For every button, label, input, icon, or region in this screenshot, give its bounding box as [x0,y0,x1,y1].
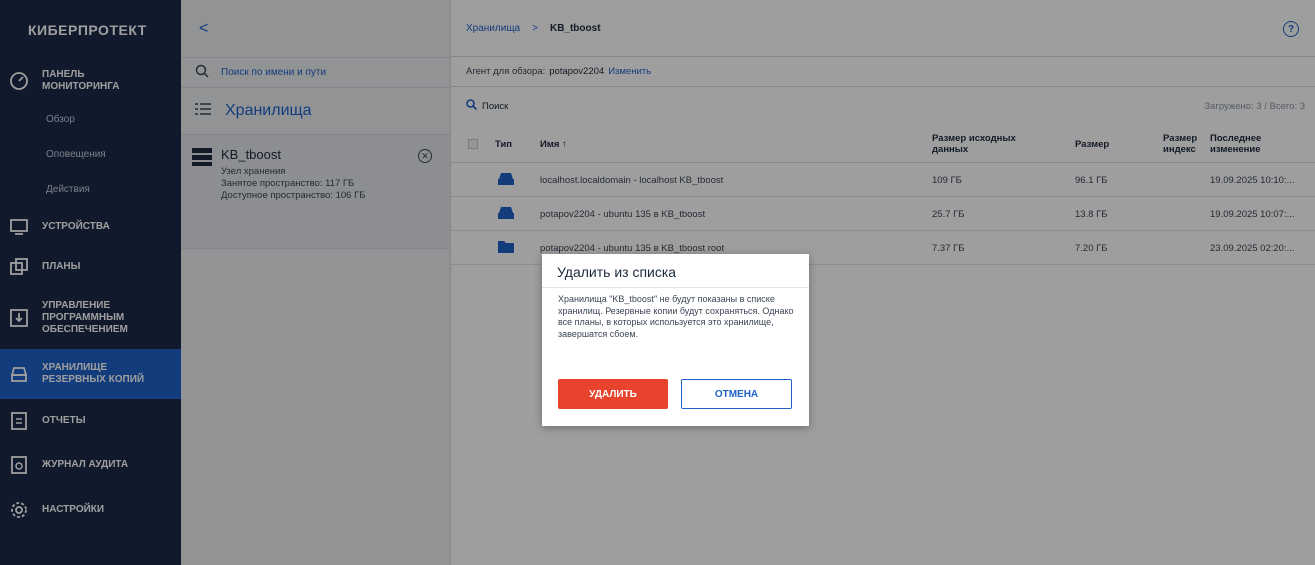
delete-button[interactable]: УДАЛИТЬ [558,379,668,409]
dialog-title: Удалить из списка [557,264,677,280]
dialog-message: Хранилища "KB_tboost" не будут показаны … [558,294,794,339]
remove-from-list-dialog: Удалить из списка Хранилища "KB_tboost" … [542,254,809,426]
cancel-button[interactable]: ОТМЕНА [681,379,792,409]
dialog-divider [542,287,809,288]
